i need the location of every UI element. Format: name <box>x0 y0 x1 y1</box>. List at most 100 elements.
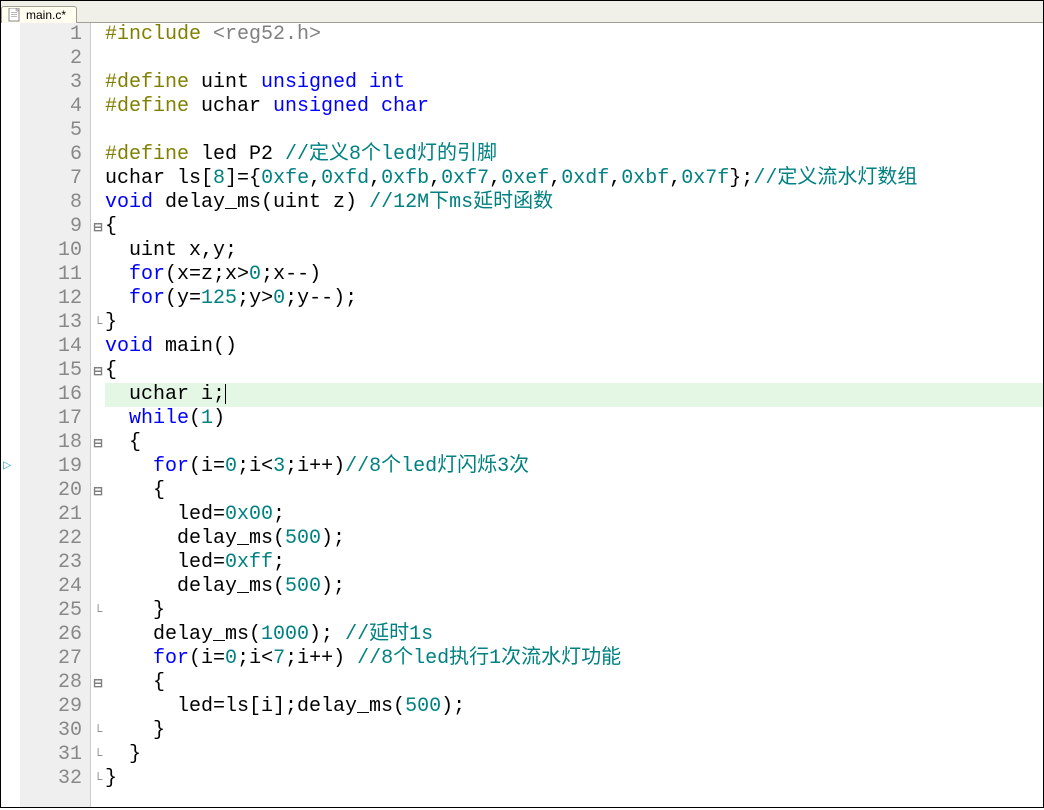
editor-window: main.c* ▷ 123456789101112131415161718192… <box>0 0 1044 808</box>
line-number: 3 <box>21 71 82 95</box>
fold-mark[interactable] <box>91 143 105 167</box>
code-line[interactable]: #include <reg52.h> <box>105 23 1043 47</box>
fold-mark[interactable] <box>91 167 105 191</box>
code-line[interactable]: delay_ms(500); <box>105 575 1043 599</box>
code-line[interactable]: void main() <box>105 335 1043 359</box>
fold-mark[interactable] <box>91 47 105 71</box>
code-line[interactable]: led=0x00; <box>105 503 1043 527</box>
fold-mark[interactable] <box>91 383 105 407</box>
code-line[interactable]: #define uint unsigned int <box>105 71 1043 95</box>
line-number: 9 <box>21 215 82 239</box>
code-line[interactable]: { <box>105 671 1043 695</box>
fold-mark[interactable]: └ <box>91 719 105 743</box>
c-file-icon <box>8 8 22 22</box>
line-number: 28 <box>21 671 82 695</box>
fold-mark[interactable]: ⊟ <box>91 215 105 239</box>
fold-mark[interactable] <box>91 71 105 95</box>
fold-column[interactable]: ⊟└⊟⊟⊟└⊟└└└ <box>91 23 105 807</box>
fold-mark[interactable] <box>91 239 105 263</box>
editor-area: ▷ 12345678910111213141516171819202122232… <box>1 23 1043 807</box>
code-line[interactable]: for(i=0;i<7;i++) //8个led执行1次流水灯功能 <box>105 647 1043 671</box>
line-number: 20 <box>21 479 82 503</box>
fold-mark[interactable]: ⊟ <box>91 479 105 503</box>
code-line[interactable]: } <box>105 743 1043 767</box>
fold-mark[interactable]: ⊟ <box>91 359 105 383</box>
fold-mark[interactable] <box>91 623 105 647</box>
fold-mark[interactable] <box>91 23 105 47</box>
line-number: 27 <box>21 647 82 671</box>
line-number: 6 <box>21 143 82 167</box>
code-line[interactable]: delay_ms(1000); //延时1s <box>105 623 1043 647</box>
code-line[interactable]: } <box>105 767 1043 791</box>
fold-mark[interactable]: └ <box>91 767 105 791</box>
code-line[interactable] <box>105 47 1043 71</box>
line-number: 32 <box>21 767 82 791</box>
code-line[interactable]: uchar ls[8]={0xfe,0xfd,0xfb,0xf7,0xef,0x… <box>105 167 1043 191</box>
code-line[interactable] <box>105 119 1043 143</box>
code-line[interactable]: #define uchar unsigned char <box>105 95 1043 119</box>
line-number: 12 <box>21 287 82 311</box>
fold-mark[interactable] <box>91 95 105 119</box>
fold-mark[interactable] <box>91 455 105 479</box>
code-line[interactable]: uchar i; <box>105 383 1043 407</box>
fold-mark[interactable] <box>91 119 105 143</box>
line-number: 15 <box>21 359 82 383</box>
line-number: 1 <box>21 23 82 47</box>
code-line[interactable]: for(y=125;y>0;y--); <box>105 287 1043 311</box>
line-number: 16 <box>21 383 82 407</box>
fold-mark[interactable] <box>91 527 105 551</box>
line-number: 23 <box>21 551 82 575</box>
code-line[interactable]: led=0xff; <box>105 551 1043 575</box>
code-line[interactable]: } <box>105 719 1043 743</box>
line-number-gutter[interactable]: 1234567891011121314151617181920212223242… <box>21 23 91 807</box>
code-line[interactable]: } <box>105 599 1043 623</box>
fold-mark[interactable] <box>91 335 105 359</box>
line-number: 17 <box>21 407 82 431</box>
line-number: 4 <box>21 95 82 119</box>
line-number: 8 <box>21 191 82 215</box>
fold-mark[interactable] <box>91 191 105 215</box>
fold-mark[interactable]: ⊟ <box>91 671 105 695</box>
code-line[interactable]: for(x=z;x>0;x--) <box>105 263 1043 287</box>
line-number: 14 <box>21 335 82 359</box>
line-number: 19 <box>21 455 82 479</box>
file-tab[interactable]: main.c* <box>1 6 77 23</box>
code-line[interactable]: uint x,y; <box>105 239 1043 263</box>
code-line[interactable]: #define led P2 //定义8个led灯的引脚 <box>105 143 1043 167</box>
fold-mark[interactable]: └ <box>91 311 105 335</box>
bookmark-icon[interactable]: ▷ <box>3 459 17 473</box>
fold-mark[interactable] <box>91 287 105 311</box>
text-cursor <box>225 384 226 404</box>
code-line[interactable]: led=ls[i];delay_ms(500); <box>105 695 1043 719</box>
fold-mark[interactable] <box>91 575 105 599</box>
code-line[interactable]: for(i=0;i<3;i++)//8个led灯闪烁3次 <box>105 455 1043 479</box>
fold-mark[interactable]: └ <box>91 599 105 623</box>
fold-mark[interactable] <box>91 263 105 287</box>
line-number: 26 <box>21 623 82 647</box>
fold-mark[interactable] <box>91 407 105 431</box>
line-number: 5 <box>21 119 82 143</box>
line-number: 22 <box>21 527 82 551</box>
line-number: 18 <box>21 431 82 455</box>
fold-mark[interactable]: └ <box>91 743 105 767</box>
code-line[interactable]: } <box>105 311 1043 335</box>
line-number: 29 <box>21 695 82 719</box>
marker-margin[interactable]: ▷ <box>1 23 21 807</box>
code-line[interactable]: { <box>105 215 1043 239</box>
code-line[interactable]: { <box>105 479 1043 503</box>
fold-mark[interactable] <box>91 647 105 671</box>
code-line[interactable]: void delay_ms(uint z) //12M下ms延时函数 <box>105 191 1043 215</box>
code-line[interactable]: delay_ms(500); <box>105 527 1043 551</box>
fold-mark[interactable] <box>91 551 105 575</box>
code-area[interactable]: #include <reg52.h> #define uint unsigned … <box>105 23 1043 807</box>
fold-mark[interactable] <box>91 503 105 527</box>
fold-mark[interactable]: ⊟ <box>91 431 105 455</box>
line-number: 2 <box>21 47 82 71</box>
tab-bar: main.c* <box>1 1 1043 23</box>
fold-mark[interactable] <box>91 695 105 719</box>
code-line[interactable]: { <box>105 359 1043 383</box>
line-number: 24 <box>21 575 82 599</box>
code-line[interactable]: { <box>105 431 1043 455</box>
code-line[interactable]: while(1) <box>105 407 1043 431</box>
line-number: 11 <box>21 263 82 287</box>
